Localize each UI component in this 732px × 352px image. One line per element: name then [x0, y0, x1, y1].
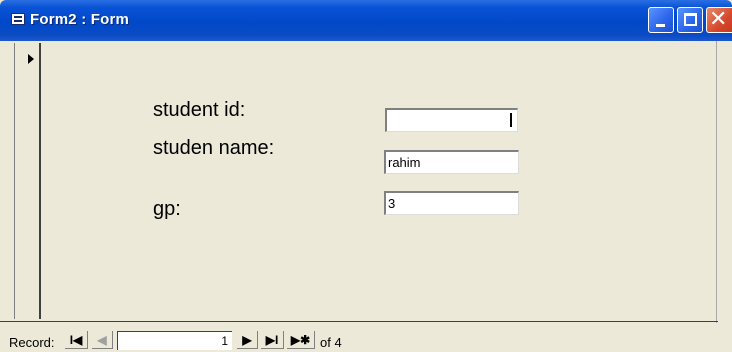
form-body	[0, 41, 732, 323]
title-bar[interactable]: Form2 : Form ✕	[0, 0, 732, 41]
first-record-button[interactable]: I◀	[65, 331, 88, 349]
new-record-button[interactable]: ▶✱	[287, 331, 315, 349]
record-count: of 4	[320, 335, 342, 350]
text-cursor-icon	[510, 113, 512, 127]
student-id-field[interactable]	[385, 108, 518, 132]
next-record-button[interactable]: ▶	[237, 331, 258, 349]
student-id-label: student id:	[153, 99, 246, 121]
record-selector[interactable]	[14, 43, 41, 319]
previous-record-button[interactable]: ◀	[92, 331, 113, 349]
gp-label: gp:	[153, 198, 181, 220]
form-divider	[0, 321, 718, 322]
student-name-field[interactable]: rahim	[384, 150, 519, 174]
maximize-icon	[684, 13, 697, 26]
student-name-label: studen name:	[153, 137, 275, 159]
last-record-button[interactable]: ▶I	[261, 331, 284, 349]
record-navigation-bar: Record: I◀ ◀ 1 ▶ ▶I ▶✱ of 4	[0, 326, 732, 352]
current-record-arrow-icon	[28, 54, 34, 64]
record-label: Record:	[9, 335, 55, 350]
maximize-button[interactable]	[677, 7, 703, 33]
minimize-icon	[656, 24, 665, 27]
close-icon: ✕	[709, 7, 728, 32]
form-icon[interactable]	[11, 13, 25, 25]
form-right-edge	[716, 41, 717, 323]
minimize-button[interactable]	[648, 7, 674, 33]
window-title: Form2 : Form	[30, 11, 130, 28]
record-number-input[interactable]: 1	[117, 331, 232, 350]
gp-field[interactable]: 3	[384, 191, 519, 215]
close-button[interactable]: ✕	[706, 7, 732, 33]
